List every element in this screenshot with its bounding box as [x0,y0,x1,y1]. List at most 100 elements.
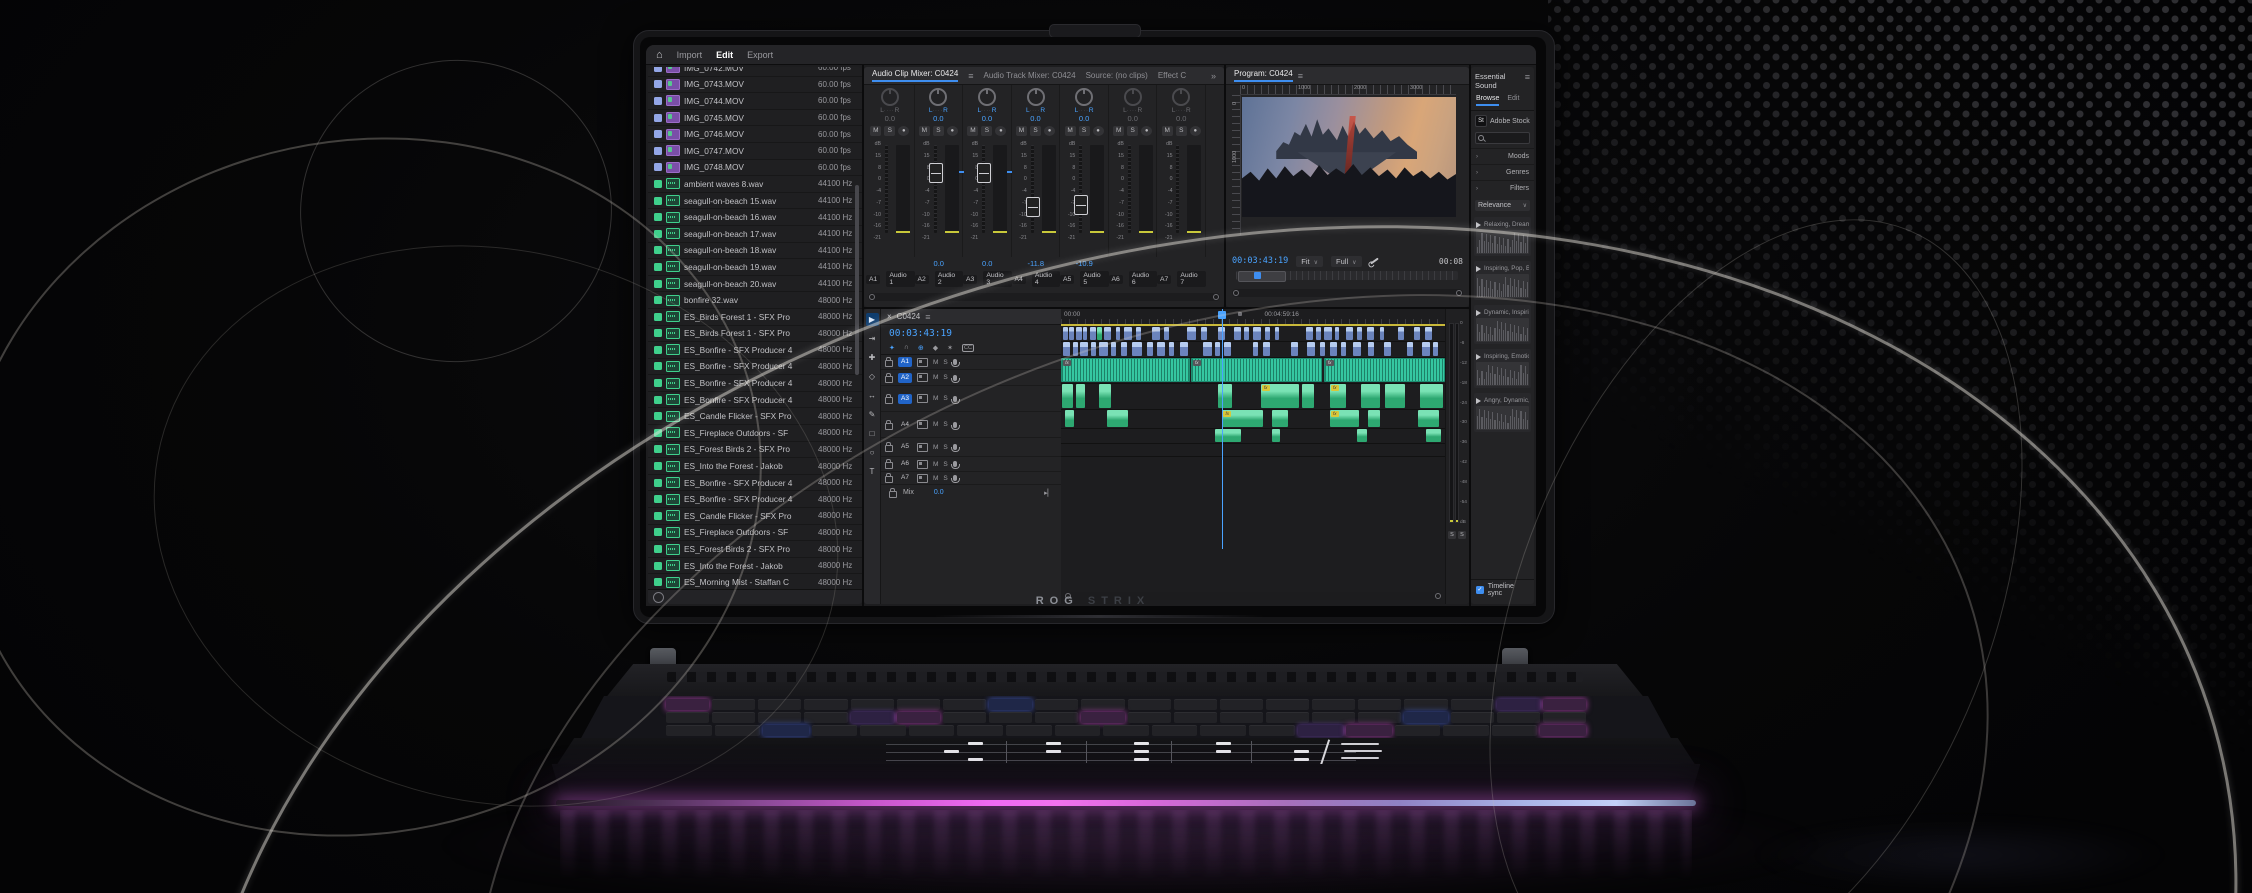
source-patch-icon[interactable] [917,358,928,367]
keyboard-key[interactable] [712,712,755,723]
audio-clip[interactable] [1063,342,1070,356]
nest-icon[interactable]: ✦ [889,344,895,352]
audio-clip[interactable] [1152,327,1160,340]
audio-clip[interactable] [1069,327,1073,340]
fader-track[interactable] [885,145,888,233]
fader-handle[interactable] [929,163,943,183]
keyboard-key[interactable] [909,725,955,736]
audio-clip[interactable] [1320,342,1325,356]
search-input[interactable] [1475,132,1530,144]
fader-track[interactable] [934,145,937,233]
audio-clip[interactable] [1099,342,1107,356]
track-target-badge[interactable]: A6 [898,459,912,469]
automation-button[interactable]: ● [1044,126,1055,136]
audio-clip[interactable] [1203,342,1212,356]
play-icon[interactable] [1476,222,1481,228]
track-header-a2[interactable]: A2MS [881,370,1061,386]
tab-source-no-clips-[interactable]: Source: (no clips) [1086,71,1148,80]
keyboard-key[interactable] [804,699,847,710]
track-select-tool[interactable]: ⇥ [866,332,879,345]
sequence-tab[interactable]: × C0424 ≡ [881,309,1061,325]
mic-icon[interactable] [953,444,957,450]
keyboard-key[interactable] [1128,699,1171,710]
fader-track[interactable] [1079,145,1082,233]
mixer-strip-a5[interactable]: L····R0.0MS●dB1580-4-7-10-16-21 [1060,85,1109,257]
playhead-cap[interactable] [1218,311,1226,319]
marker-icon[interactable]: ◆ [933,344,938,352]
audio-clip[interactable] [1425,327,1432,340]
category-genres[interactable]: ›Genres [1471,164,1534,180]
menu-item-export[interactable]: Export [747,50,773,60]
audio-clip[interactable] [1164,327,1169,340]
audio-preview-card[interactable]: Relaxing, Dreamy, [1474,217,1531,256]
track-lane-a7[interactable] [1061,443,1445,457]
list-item[interactable]: ES_Candle Flicker - SFX Pro48000 Hz [648,408,862,425]
settings-wrench-icon[interactable]: ✶ [947,344,953,352]
fader-track[interactable] [982,145,985,233]
list-item[interactable]: ambient waves 8.wav44100 Hz [648,176,862,193]
audio-clip[interactable] [1407,342,1413,356]
keyboard-key[interactable] [897,712,940,723]
track-header-a5[interactable]: A5MS [881,438,1061,457]
selection-tool[interactable]: ▶ [866,313,879,326]
audio-preview-card[interactable]: Inspiring, Emotion [1474,349,1531,388]
source-patch-icon[interactable] [917,394,928,403]
keyboard-key[interactable] [1152,725,1198,736]
mixer-track-label[interactable]: A7Audio 7 [1157,271,1206,287]
audio-clip[interactable] [1136,327,1141,340]
touchpad-art[interactable] [886,741,1356,763]
program-timecode[interactable]: 00:03:43:19 [1232,256,1288,266]
list-item[interactable]: ES_Bonfire - SFX Producer 448000 Hz [648,342,862,359]
type-tool[interactable]: T [866,465,879,478]
audio-clip[interactable] [1104,327,1111,340]
audio-clip[interactable] [1083,327,1087,340]
audio-clip[interactable] [1346,327,1353,340]
automation-button[interactable]: ● [898,126,909,136]
audio-preview-card[interactable]: Inspiring, Pop, Bac [1474,261,1531,300]
audio-clip[interactable] [1253,327,1261,340]
scroll-handle[interactable] [1213,294,1219,300]
list-item[interactable]: seagull-on-beach 15.wav44100 Hz [648,193,862,210]
panel-menu-icon[interactable]: ≡ [968,71,973,81]
fader-track[interactable] [1128,145,1131,233]
play-icon[interactable] [1476,354,1481,360]
zoom-level-select[interactable]: Fit∨ [1296,256,1323,267]
mute-button[interactable]: M [1016,126,1027,136]
tab-browse[interactable]: Browse [1476,95,1499,106]
captions-icon[interactable]: CC [962,344,974,352]
mute-button[interactable]: M [1113,126,1124,136]
solo-button[interactable]: S [943,461,947,468]
mixer-track-label[interactable]: A2Audio 2 [915,271,964,287]
fader-gain-value[interactable]: 0.0 [915,259,964,268]
mute-button[interactable]: M [933,461,938,468]
audio-clip[interactable] [1234,327,1241,340]
lock-icon[interactable] [889,491,897,498]
keyboard-key[interactable] [1298,725,1344,736]
keyboard-key[interactable] [1174,699,1217,710]
tab-program[interactable]: Program: C0424 [1234,69,1293,82]
audio-clip[interactable] [1062,384,1073,408]
pan-knob[interactable] [881,88,899,106]
lock-icon[interactable] [885,462,893,469]
automation-button[interactable]: ● [1141,126,1152,136]
pan-knob[interactable] [1027,88,1045,106]
audio-clip[interactable] [1414,327,1419,340]
list-item[interactable]: seagull-on-beach 19.wav44100 Hz [648,259,862,276]
solo-button[interactable]: S [884,126,895,136]
lock-icon[interactable] [885,423,893,430]
solo-button[interactable]: S [943,444,947,451]
list-item[interactable]: ES_Bonfire - SFX Producer 448000 Hz [648,359,862,376]
playhead[interactable] [1222,309,1223,549]
menu-item-edit[interactable]: Edit [716,50,733,60]
goto-keyframe-icon[interactable]: ▸▏ [1044,489,1053,497]
mixer-track-label[interactable]: A3Audio 3 [963,271,1012,287]
mic-icon[interactable] [953,396,957,402]
keyboard-key[interactable] [957,725,1003,736]
solo-button[interactable]: S [981,126,992,136]
source-patch-icon[interactable] [917,420,928,429]
list-item[interactable]: seagull-on-beach 17.wav44100 Hz [648,226,862,243]
audio-clip[interactable] [1272,410,1287,427]
mic-icon[interactable] [953,359,957,365]
audio-clip[interactable] [1324,327,1332,340]
audio-clip[interactable] [1418,410,1439,427]
